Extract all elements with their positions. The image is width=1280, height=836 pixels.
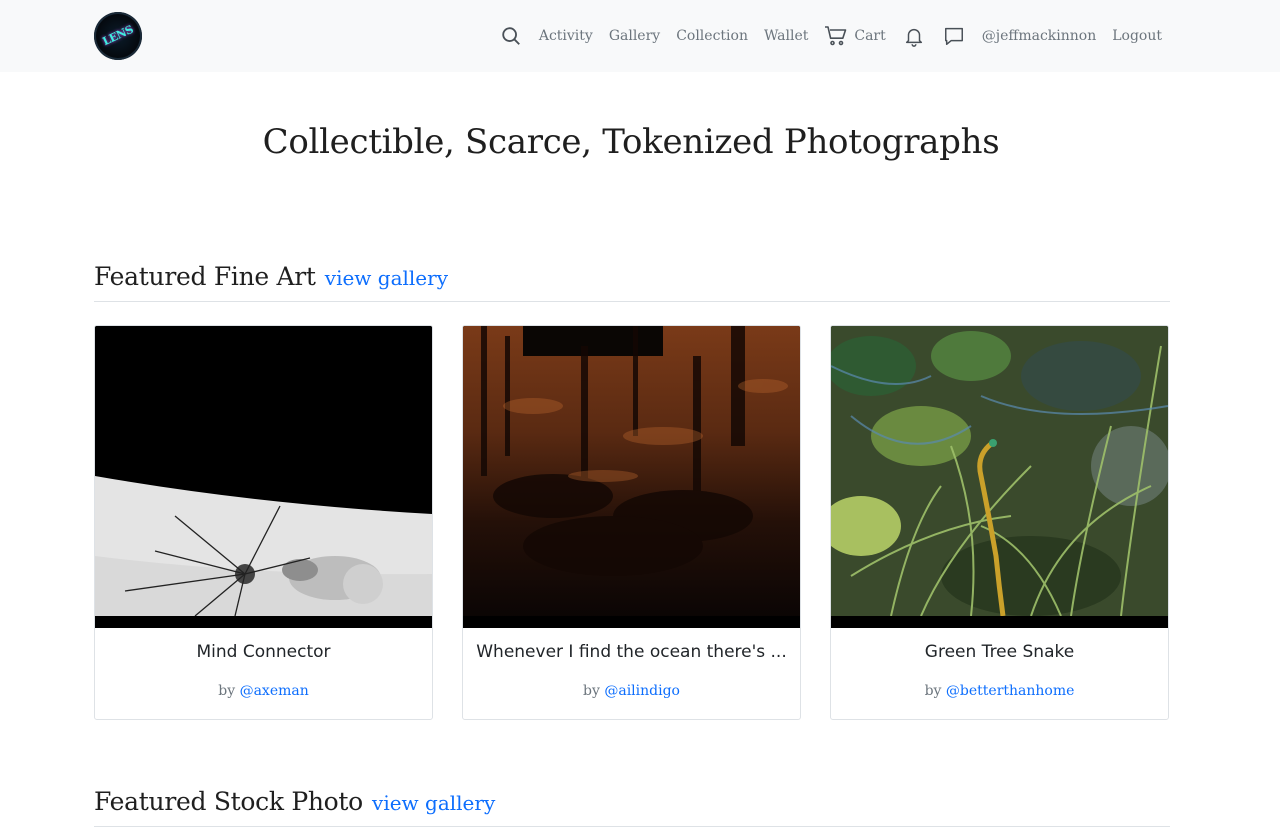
author-link[interactable]: @ailindigo xyxy=(604,683,680,699)
photo-mind-connector[interactable] xyxy=(95,326,432,628)
nav-cart-link[interactable]: Cart xyxy=(824,24,886,48)
section-header-fine-art: Featured Fine Art view gallery xyxy=(94,262,1170,302)
nav-collection-link[interactable]: Collection xyxy=(676,28,748,44)
card-title: Green Tree Snake xyxy=(924,642,1075,662)
section-header-stock-photo: Featured Stock Photo view gallery xyxy=(94,787,1170,827)
view-gallery-link[interactable]: view gallery xyxy=(325,266,448,290)
card-title: Mind Connector xyxy=(196,642,331,662)
page-title: Collectible, Scarce, Tokenized Photograp… xyxy=(262,122,1000,162)
message-icon[interactable] xyxy=(942,24,966,48)
site-logo[interactable]: LENS xyxy=(94,12,142,60)
logo-text: LENS xyxy=(100,22,136,49)
nav-user-link[interactable]: @jeffmackinnon xyxy=(982,28,1096,44)
cart-icon xyxy=(825,26,847,46)
photo-card[interactable]: Mind Connector by @axeman xyxy=(94,325,433,720)
nav-activity-link[interactable]: Activity xyxy=(539,28,593,44)
author-link[interactable]: @axeman xyxy=(240,683,309,699)
section-title: Featured Stock Photo xyxy=(94,787,363,816)
photo-green-tree-snake[interactable] xyxy=(831,326,1168,628)
view-gallery-link[interactable]: view gallery xyxy=(372,791,495,815)
byline-prefix: by xyxy=(583,683,600,699)
nav-cart-label: Cart xyxy=(854,28,886,44)
section-title: Featured Fine Art xyxy=(94,262,316,291)
byline-prefix: by xyxy=(218,683,236,699)
nav-gallery-link[interactable]: Gallery xyxy=(609,28,660,44)
search-icon[interactable] xyxy=(499,24,523,48)
nav-wallet-link[interactable]: Wallet xyxy=(764,28,808,44)
card-title: Whenever I find the ocean there's ... xyxy=(476,642,787,662)
author-link[interactable]: @betterthanhome xyxy=(946,683,1075,699)
card-byline: by @axeman xyxy=(95,683,432,699)
navbar: LENS Activity Gallery Collection Wallet … xyxy=(0,0,1280,72)
nav-items: Activity Gallery Collection Wallet Cart … xyxy=(499,0,1162,72)
nav-logout-link[interactable]: Logout xyxy=(1112,28,1162,44)
byline-prefix: by xyxy=(924,683,942,699)
photo-card[interactable]: Whenever I find the ocean there's ... by… xyxy=(462,325,801,720)
photo-card[interactable]: Green Tree Snake by @betterthanhome xyxy=(830,325,1169,720)
bell-icon[interactable] xyxy=(902,24,926,48)
card-byline: by @ailindigo xyxy=(463,683,800,699)
card-byline: by @betterthanhome xyxy=(831,683,1168,699)
photo-ocean-reflection[interactable] xyxy=(463,326,800,628)
card-grid: Mind Connector by @axeman Whenever I fin… xyxy=(94,325,1170,720)
